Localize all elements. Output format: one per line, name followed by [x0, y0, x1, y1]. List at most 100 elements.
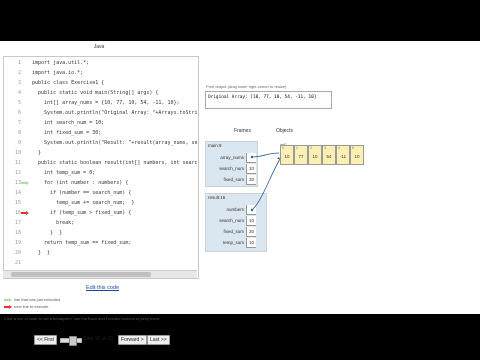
- result-frame: result:16 numbers search_num 10 fixed_sum 30…: [205, 193, 267, 252]
- code-text: public static void main(String[] args) {: [32, 90, 159, 96]
- array-value: -11: [339, 154, 347, 159]
- objects-header: Objects: [276, 128, 293, 134]
- first-button[interactable]: << First: [34, 335, 57, 345]
- code-text: return temp_sum == fixed_sum;: [32, 240, 132, 246]
- code-line[interactable]: 21: [4, 259, 198, 268]
- code-text: public class Exercise1 {: [32, 80, 105, 86]
- legend-next-text: next line to execute: [14, 304, 49, 309]
- array-cell: 1 77: [294, 145, 308, 165]
- line-number: 8: [17, 130, 21, 136]
- variable-name: array_nums: [220, 155, 244, 160]
- code-text: int fixed_sum = 30;: [32, 130, 102, 136]
- code-line[interactable]: 13 for (int number : numbers) {: [4, 179, 198, 188]
- code-line[interactable]: 6 System.out.println("Original Array: "+…: [4, 109, 198, 118]
- code-text: temp_sum += search_num; }: [32, 200, 135, 206]
- array-value: 10: [354, 154, 360, 159]
- code-line[interactable]: 1 import java.util.*;: [4, 59, 198, 68]
- array-value: 54: [326, 154, 332, 159]
- line-number: 6: [17, 110, 21, 116]
- legend-next: next line to execute: [4, 304, 48, 309]
- variable-value: 30: [246, 175, 256, 185]
- stdout-box[interactable]: Original Array: [10, 77, 10, 54, -11, 10…: [205, 91, 332, 109]
- code-text: int[] array_nums = {10, 77, 10, 54, -11,…: [32, 100, 180, 106]
- code-line[interactable]: 3 public class Exercise1 {: [4, 79, 198, 88]
- step-counter: Step 16 of 39: [83, 336, 113, 342]
- line-number: 17: [14, 220, 21, 226]
- edit-code-link[interactable]: Edit this code: [0, 285, 205, 291]
- visualizer-area: Java 1 import java.util.*; 2 import java.io…: [0, 41, 480, 346]
- array-cell: 4 -11: [336, 145, 350, 165]
- variable-name: fixed_sum: [223, 229, 244, 234]
- array-cell: 0 10: [280, 145, 294, 165]
- line-number: 12: [14, 170, 21, 176]
- result-frame-title: result:16: [208, 195, 226, 200]
- code-line[interactable]: 10 }: [4, 149, 198, 158]
- variable-value: 30: [246, 227, 256, 237]
- array-index: 0: [282, 146, 284, 150]
- array-cell: 3 54: [322, 145, 336, 165]
- code-panel: Java 1 import java.util.*; 2 import java.io…: [0, 41, 199, 281]
- line-number: 11: [14, 160, 21, 166]
- line-number: 19: [14, 240, 21, 246]
- main-frame: main:9 array_nums search_num 10 fixed_sum 30: [205, 141, 258, 187]
- line-number: 15: [14, 200, 21, 206]
- code-line[interactable]: 11 public static boolean result(int[] nu…: [4, 159, 198, 168]
- legend-executed-text: line that has just executed: [14, 297, 61, 302]
- frames-header: Frames: [234, 128, 251, 134]
- line-number: 10: [14, 150, 21, 156]
- variable-name: temp_sum: [222, 240, 244, 245]
- code-text: import java.util.*;: [32, 60, 90, 66]
- code-text: } }: [32, 250, 51, 256]
- scrollbar-thumb[interactable]: [11, 272, 151, 277]
- horizontal-scrollbar[interactable]: [3, 270, 197, 278]
- variable-value: 10: [246, 238, 256, 248]
- code-line[interactable]: 2 import java.io.*;: [4, 69, 198, 78]
- variable-value: 10: [246, 164, 256, 174]
- next-line-arrow-icon: [21, 211, 29, 215]
- code-text: break;: [32, 220, 75, 226]
- code-line[interactable]: 12 int temp_sum = 0;: [4, 169, 198, 178]
- green-arrow-icon: [4, 297, 12, 302]
- code-text: System.out.println("Result: "+result(arr…: [32, 140, 199, 146]
- red-arrow-icon: [4, 304, 12, 309]
- code-line[interactable]: 15 temp_sum += search_num; }: [4, 199, 198, 208]
- array-index: 3: [324, 146, 326, 150]
- code-line[interactable]: 17 break;: [4, 219, 198, 228]
- line-number: 16: [14, 210, 21, 216]
- language-label: Java: [93, 44, 105, 50]
- array-value: 77: [298, 154, 304, 159]
- breakpoint-hint: Click a line of code to set a breakpoint…: [4, 316, 161, 321]
- variable-name: numbers: [226, 207, 244, 212]
- code-line[interactable]: 7 int search_num = 10;: [4, 119, 198, 128]
- code-line[interactable]: 8 int fixed_sum = 30;: [4, 129, 198, 138]
- array-index: 2: [310, 146, 312, 150]
- code-line[interactable]: 16 if (temp_sum > fixed_sum) {: [4, 209, 198, 218]
- slider-knob[interactable]: [69, 336, 77, 346]
- variable-value: [246, 153, 256, 163]
- line-number: 21: [14, 260, 21, 266]
- line-number: 13: [14, 180, 21, 186]
- line-number: 3: [17, 80, 21, 86]
- array-index: 5: [352, 146, 354, 150]
- code-line[interactable]: 19 return temp_sum == fixed_sum;: [4, 239, 198, 248]
- last-button[interactable]: Last >>: [147, 335, 170, 345]
- step-slider[interactable]: [60, 336, 82, 346]
- main-frame-title: main:9: [208, 143, 222, 148]
- code-line[interactable]: 4 public static void main(String[] args)…: [4, 89, 198, 98]
- code-line[interactable]: 9 System.out.println("Result: "+result(a…: [4, 139, 198, 148]
- print-output-label: Print output (drag lower right corner to…: [206, 84, 287, 89]
- array-index: 1: [296, 146, 298, 150]
- code-line[interactable]: 14 if (number == search_num) {: [4, 189, 198, 198]
- variable-value: [246, 205, 256, 215]
- variable-value: 10: [246, 216, 256, 226]
- code-line[interactable]: 5 int[] array_nums = {10, 77, 10, 54, -1…: [4, 99, 198, 108]
- code-line[interactable]: 20 } }: [4, 249, 198, 258]
- line-number: 2: [17, 70, 21, 76]
- code-line[interactable]: 18 } }: [4, 229, 198, 238]
- code-text: }: [32, 150, 42, 156]
- line-number: 7: [17, 120, 21, 126]
- executed-line-arrow-icon: [21, 181, 29, 185]
- array-value: 10: [312, 154, 318, 159]
- code-editor[interactable]: 1 import java.util.*; 2 import java.io.*; 3 p…: [3, 56, 199, 279]
- forward-button[interactable]: Forward >: [118, 335, 147, 345]
